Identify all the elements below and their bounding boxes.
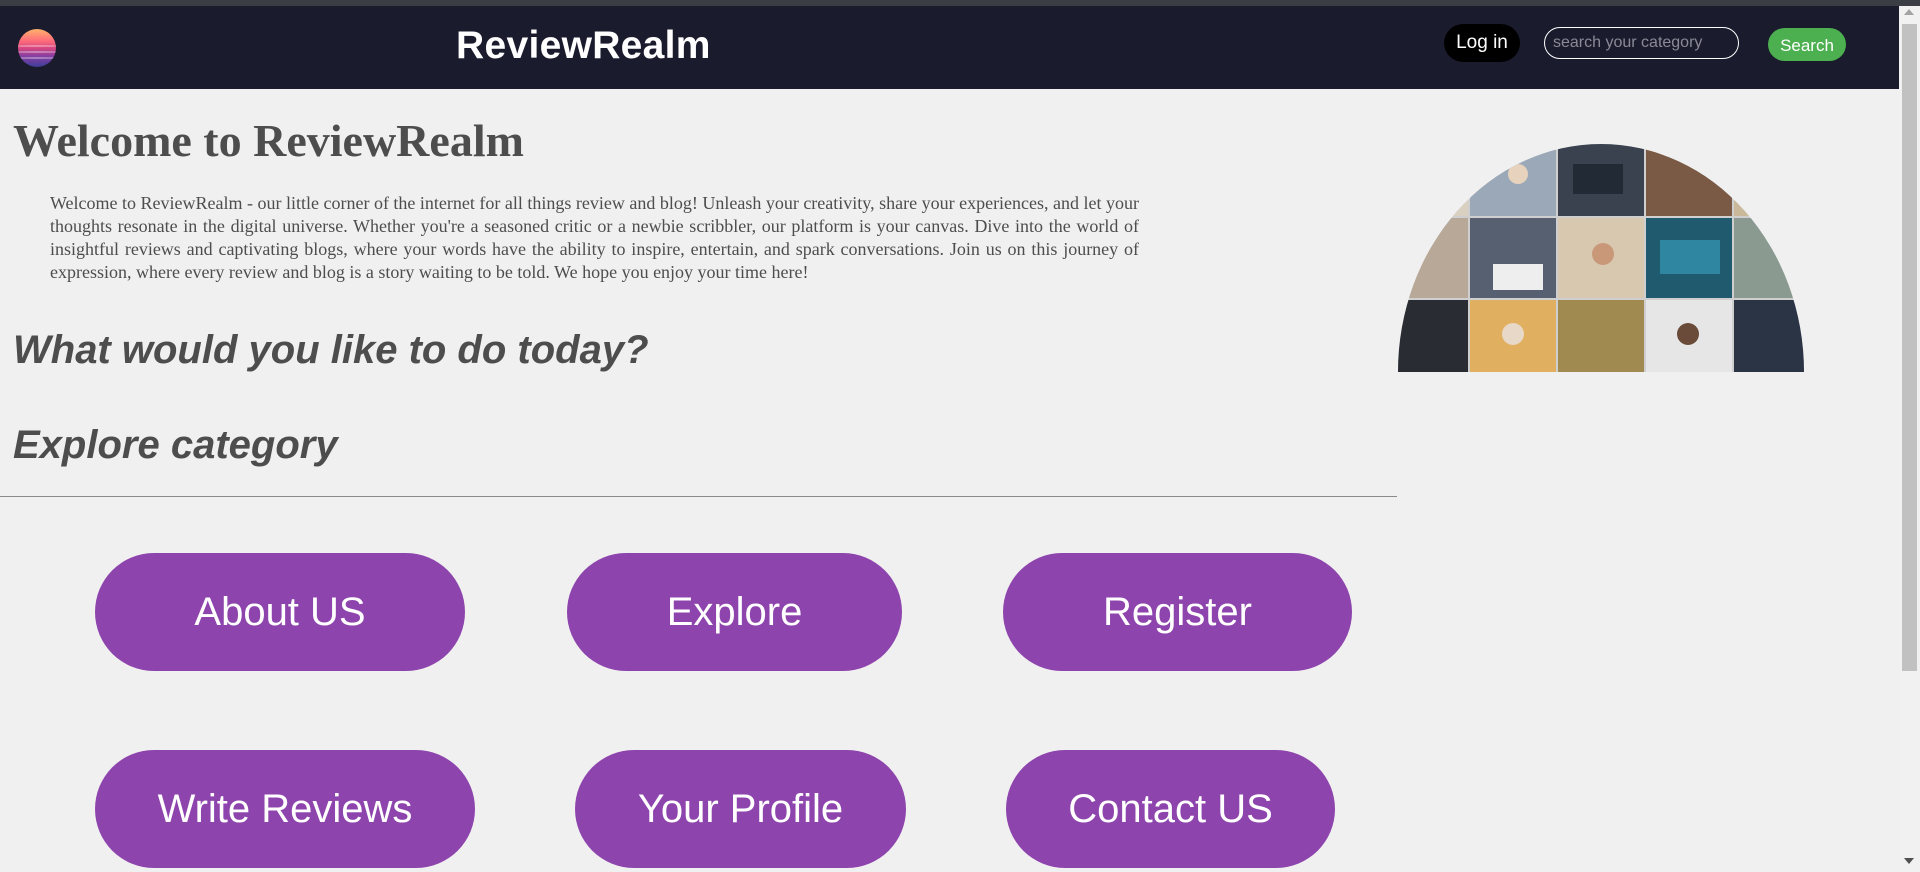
explore-button[interactable]: Explore: [567, 553, 902, 671]
write-reviews-button[interactable]: Write Reviews: [95, 750, 475, 868]
scroll-up-arrow-icon[interactable]: [1904, 9, 1914, 15]
site-logo-icon[interactable]: [18, 29, 56, 67]
brand-title[interactable]: ReviewRealm: [456, 24, 711, 68]
page-title: Welcome to ReviewRealm: [13, 115, 524, 166]
navbar: ReviewRealm Log in Search: [0, 6, 1899, 89]
scroll-down-arrow-icon[interactable]: [1904, 858, 1914, 864]
login-button[interactable]: Log in: [1444, 24, 1520, 62]
explore-category-heading: Explore category: [13, 423, 338, 467]
register-button[interactable]: Register: [1003, 553, 1352, 671]
scrollbar-thumb[interactable]: [1902, 24, 1917, 671]
section-divider: [0, 496, 1397, 497]
search-button[interactable]: Search: [1768, 28, 1846, 61]
people-collage-image: [1398, 144, 1804, 372]
your-profile-button[interactable]: Your Profile: [575, 750, 906, 868]
prompt-heading: What would you like to do today?: [13, 328, 649, 372]
about-us-button[interactable]: About US: [95, 553, 465, 671]
intro-paragraph: Welcome to ReviewRealm - our little corn…: [50, 193, 1140, 282]
search-input[interactable]: [1544, 27, 1739, 59]
contact-us-button[interactable]: Contact US: [1006, 750, 1335, 868]
